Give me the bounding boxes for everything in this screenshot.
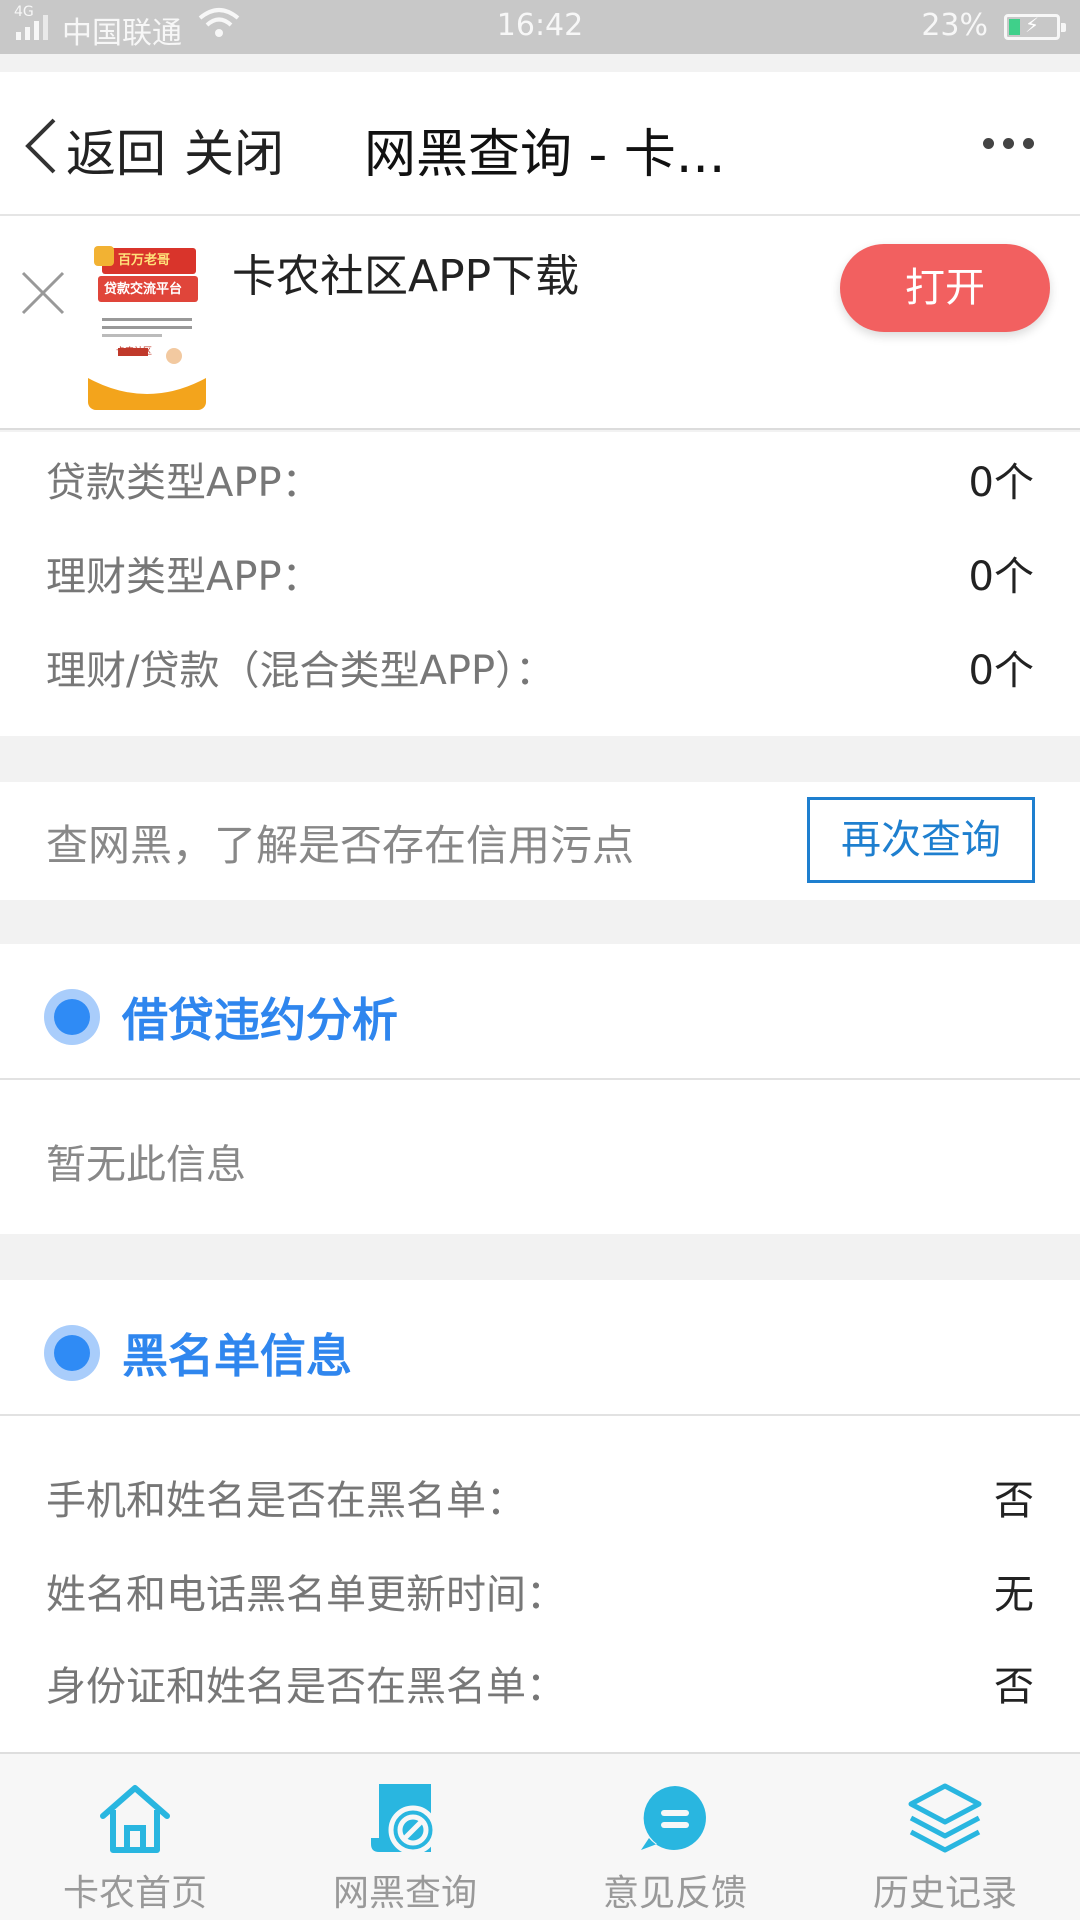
tab-label: 网黑查询 bbox=[332, 1873, 477, 1914]
empty-message: 暂无此信息 bbox=[46, 1142, 246, 1188]
item-value: 0个 bbox=[968, 460, 1034, 506]
section-bullet-icon bbox=[44, 1325, 100, 1381]
tab-label: 意见反馈 bbox=[602, 1873, 747, 1914]
thumb-title: 百万老哥 bbox=[118, 253, 171, 268]
item-label: 理财/贷款（混合类型APP）： bbox=[46, 648, 556, 694]
back-button[interactable]: 返回 bbox=[66, 114, 166, 186]
item-value: 无 bbox=[994, 1572, 1034, 1618]
list-item: 手机和姓名是否在黑名单： 否 bbox=[46, 1468, 1034, 1526]
battery-icon: ⚡ bbox=[1004, 13, 1066, 40]
more-options-icon[interactable] bbox=[983, 138, 1034, 149]
query-again-button[interactable]: 再次查询 bbox=[807, 797, 1035, 883]
list-item: 理财/贷款（混合类型APP）： 0个 bbox=[46, 638, 1034, 696]
page-title: 网黑查询 - 卡... bbox=[364, 125, 726, 185]
list-item: 理财类型APP： 0个 bbox=[46, 544, 1034, 602]
section-title: 黑名单信息 bbox=[122, 1329, 352, 1383]
item-label: 姓名和电话黑名单更新时间： bbox=[46, 1572, 566, 1618]
close-banner-icon[interactable] bbox=[20, 270, 66, 316]
tab-home[interactable]: 卡农首页 bbox=[0, 1754, 270, 1920]
list-item: 身份证和姓名是否在黑名单： 否 bbox=[46, 1654, 1034, 1712]
tab-label: 卡农首页 bbox=[62, 1873, 207, 1914]
item-value: 否 bbox=[994, 1664, 1034, 1710]
open-app-button[interactable]: 打开 bbox=[840, 244, 1050, 332]
section-header: 借贷违约分析 bbox=[44, 984, 398, 1050]
tab-blacklist-query[interactable]: 网黑查询 bbox=[270, 1754, 540, 1920]
layers-icon bbox=[908, 1783, 982, 1853]
back-chevron-icon[interactable] bbox=[20, 116, 60, 176]
section-header: 黑名单信息 bbox=[44, 1320, 352, 1386]
bottom-tab-bar: 卡农首页 网黑查询 意见反馈 历史记录 bbox=[0, 1752, 1080, 1920]
home-icon bbox=[100, 1785, 170, 1853]
divider bbox=[0, 1414, 1080, 1416]
item-value: 否 bbox=[994, 1478, 1034, 1524]
feedback-icon bbox=[641, 1786, 706, 1850]
app-count-card: 贷款类型APP： 0个 理财类型APP： 0个 理财/贷款（混合类型APP）： … bbox=[0, 432, 1080, 736]
divider bbox=[0, 1078, 1080, 1080]
tab-feedback[interactable]: 意见反馈 bbox=[540, 1754, 810, 1920]
app-thumbnail: 百万老哥 贷款交流平台 卡农社区 bbox=[88, 240, 206, 410]
item-value: 0个 bbox=[968, 648, 1034, 694]
list-item: 贷款类型APP： 0个 bbox=[46, 450, 1034, 508]
item-label: 身份证和姓名是否在黑名单： bbox=[46, 1664, 566, 1710]
item-value: 0个 bbox=[968, 554, 1034, 600]
tab-label: 历史记录 bbox=[872, 1873, 1017, 1914]
thumb-subtitle: 贷款交流平台 bbox=[104, 282, 183, 297]
battery-percent: 23% bbox=[921, 8, 988, 43]
section-bullet-icon bbox=[44, 989, 100, 1045]
close-button[interactable]: 关闭 bbox=[184, 114, 284, 186]
item-label: 理财类型APP： bbox=[46, 554, 322, 600]
item-label: 手机和姓名是否在黑名单： bbox=[46, 1478, 526, 1524]
thumb-brand: 卡农社区 bbox=[116, 347, 153, 357]
app-download-banner: 百万老哥 贷款交流平台 卡农社区 卡农社区APP下载 打开 bbox=[0, 216, 1080, 430]
list-item: 姓名和电话黑名单更新时间： 无 bbox=[46, 1562, 1034, 1620]
banner-app-name: 卡农社区APP下载 bbox=[232, 251, 580, 302]
clock: 16:42 bbox=[496, 8, 584, 43]
tab-history[interactable]: 历史记录 bbox=[810, 1754, 1080, 1920]
status-bar: 4G 中国联通 16:42 23% ⚡ bbox=[0, 0, 1080, 54]
search-blacklist-icon bbox=[371, 1784, 438, 1855]
query-prompt: 查网黑，了解是否存在信用污点 bbox=[46, 821, 635, 870]
section-title: 借贷违约分析 bbox=[122, 993, 398, 1047]
item-label: 贷款类型APP： bbox=[46, 460, 322, 506]
navigation-bar: 返回 关闭 网黑查询 - 卡... bbox=[0, 72, 1080, 216]
